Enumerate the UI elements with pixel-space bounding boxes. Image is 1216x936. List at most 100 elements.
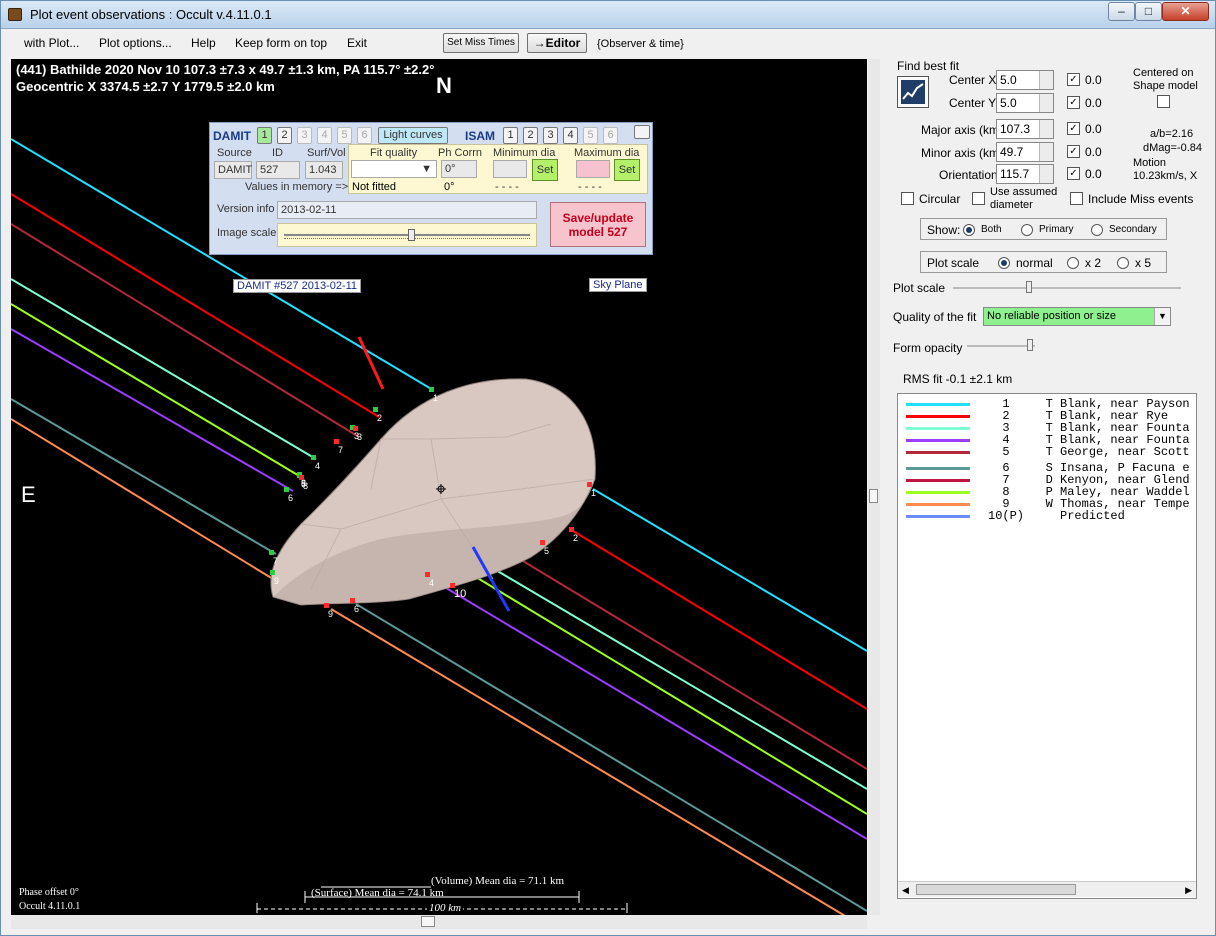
form-opacity-slider[interactable] <box>967 339 1035 351</box>
include-miss-checkbox[interactable] <box>1070 192 1083 205</box>
min-dia-field[interactable] <box>493 160 527 178</box>
isam-model-6[interactable]: 6 <box>603 127 618 144</box>
chord-line <box>11 418 274 580</box>
scale-x2-label: x 2 <box>1085 256 1102 270</box>
save-update-model-button[interactable]: Save/update model 527 <box>550 202 646 247</box>
max-dia-field[interactable] <box>576 160 610 178</box>
id-label: ID <box>272 147 283 159</box>
max-dia-label: Maximum dia <box>574 147 640 159</box>
chord-label: 9 <box>328 609 333 619</box>
show-secondary-label: Secondary <box>1109 224 1157 235</box>
shape-model-label: Shape model <box>1133 80 1198 92</box>
damit-model-2[interactable]: 2 <box>277 127 292 144</box>
chord-line <box>330 608 846 915</box>
scroll-thumb[interactable] <box>916 884 1076 895</box>
plot-area[interactable]: 1 2 3 4 5 6 7 8 9 1 2 3 4 5 6 7 8 9 10 (441) Bathilde 2020… <box>11 59 867 915</box>
maximize-button[interactable]: □ <box>1135 2 1162 21</box>
find-best-fit-button[interactable] <box>897 76 929 108</box>
damit-model-5[interactable]: 5 <box>337 127 352 144</box>
legend-swatch <box>906 479 970 482</box>
version-info-label: Version info <box>217 203 275 215</box>
show-primary-radio[interactable] <box>1021 224 1033 236</box>
north-label: N <box>436 73 452 98</box>
plot-splitter[interactable] <box>868 59 880 915</box>
center-x-input[interactable]: 5.0 <box>996 70 1054 90</box>
light-curves-button[interactable]: Light curves <box>378 127 448 144</box>
menu-help[interactable]: Help <box>191 36 216 50</box>
legend-hscroll[interactable]: ◀ ▶ <box>898 881 1196 897</box>
damit-model-6[interactable]: 6 <box>357 127 372 144</box>
image-scale-slider[interactable] <box>277 223 537 247</box>
orientation-checkbox[interactable]: ✓ <box>1067 167 1080 180</box>
quality-of-fit-label: Quality of the fit <box>893 310 977 324</box>
show-both-label: Both <box>981 224 1002 235</box>
chord-label: 1 <box>433 393 438 403</box>
damit-model-1[interactable]: 1 <box>257 127 272 144</box>
legend-swatch <box>906 451 970 454</box>
set-miss-times-button[interactable]: Set Miss Times <box>443 33 519 53</box>
assumed-diameter-checkbox[interactable] <box>972 192 985 205</box>
scale-x5-radio[interactable] <box>1117 257 1129 269</box>
isam-model-5[interactable]: 5 <box>583 127 598 144</box>
quality-of-fit-dropdown[interactable]: No reliable position or size ▼ <box>983 307 1171 326</box>
minor-axis-checkbox[interactable]: ✓ <box>1067 145 1080 158</box>
show-group: Show: Both Primary Secondary <box>920 218 1167 240</box>
chevron-down-icon: ▼ <box>421 163 432 175</box>
set-min-dia-button[interactable]: Set <box>532 159 558 181</box>
close-button[interactable]: ✕ <box>1162 2 1209 21</box>
assumed-label-1: Use assumed <box>990 186 1058 198</box>
ph-corrn-value[interactable]: 0° <box>441 160 477 178</box>
menu-exit[interactable]: Exit <box>347 36 367 50</box>
legend-swatch <box>906 467 970 470</box>
isam-model-2[interactable]: 2 <box>523 127 538 144</box>
image-scale-label: Image scale <box>217 227 277 239</box>
orientation-unc: 0.0 <box>1085 167 1102 181</box>
isam-model-3[interactable]: 3 <box>543 127 558 144</box>
chord-label: 9 <box>274 576 279 586</box>
minor-axis-input[interactable]: 49.7 <box>996 142 1054 162</box>
chord-line <box>488 565 867 790</box>
major-axis-input[interactable]: 107.3 <box>996 119 1054 139</box>
isam-model-1[interactable]: 1 <box>503 127 518 144</box>
scale-normal-radio[interactable] <box>998 257 1010 269</box>
scroll-right-icon[interactable]: ▶ <box>1185 885 1192 896</box>
set-max-dia-button[interactable]: Set <box>614 159 640 181</box>
scroll-left-icon[interactable]: ◀ <box>902 885 909 896</box>
centered-on-shape-checkbox[interactable] <box>1157 95 1170 108</box>
legend-swatch <box>906 415 970 418</box>
minimize-button[interactable]: – <box>1108 2 1135 21</box>
center-y-input[interactable]: 5.0 <box>996 93 1054 113</box>
major-axis-checkbox[interactable]: ✓ <box>1067 122 1080 135</box>
minor-axis-label: Minor axis (km) <box>921 146 1004 160</box>
show-both-radio[interactable] <box>963 224 975 236</box>
plot-hscroll[interactable] <box>11 915 867 929</box>
plot-scale-slider[interactable] <box>953 281 1181 293</box>
legend-text: 5 T George, near Scott <box>988 445 1190 459</box>
damit-model-4[interactable]: 4 <box>317 127 332 144</box>
isam-model-4[interactable]: 4 <box>563 127 578 144</box>
chord-line <box>465 570 867 815</box>
show-secondary-radio[interactable] <box>1091 224 1103 236</box>
circular-checkbox[interactable] <box>901 192 914 205</box>
scale-x2-radio[interactable] <box>1067 257 1079 269</box>
center-y-checkbox[interactable]: ✓ <box>1067 96 1080 109</box>
center-x-checkbox[interactable]: ✓ <box>1067 73 1080 86</box>
menu-plot-options[interactable]: Plot options... <box>99 36 172 50</box>
damit-model-3[interactable]: 3 <box>297 127 312 144</box>
panel-close-box[interactable] <box>634 125 650 139</box>
menu-keep-on-top[interactable]: Keep form on top <box>235 36 327 50</box>
legend-swatch <box>906 403 970 406</box>
show-primary-label: Primary <box>1039 224 1074 235</box>
slider-thumb[interactable] <box>408 229 415 241</box>
fit-quality-dropdown[interactable]: ▼ <box>351 160 437 178</box>
orientation-input[interactable]: 115.7 <box>996 164 1054 184</box>
version-info-field[interactable]: 2013-02-11 <box>277 201 537 219</box>
source-label: Source <box>217 147 252 159</box>
editor-button[interactable]: →Editor <box>527 33 587 53</box>
ph-mem-value: 0° <box>444 181 455 193</box>
scale-normal-label: normal <box>1016 256 1053 270</box>
menu-with-plot[interactable]: with Plot... <box>24 36 79 50</box>
id-value: 527 <box>256 161 300 179</box>
chord-endpoint-marker <box>353 426 358 431</box>
menu-observer-time[interactable]: {Observer & time} <box>597 38 684 50</box>
